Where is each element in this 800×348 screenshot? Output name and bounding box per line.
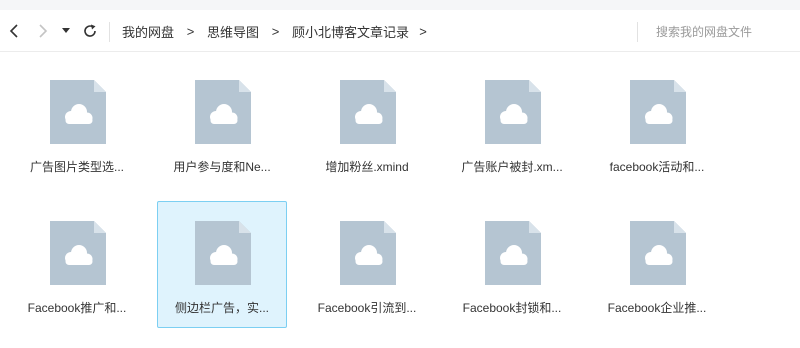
file-item[interactable]: Facebook企业推... [592,201,722,328]
toolbar-divider [109,22,110,42]
breadcrumb-separator[interactable]: > [409,24,437,39]
file-name: Facebook封锁和... [462,301,562,315]
breadcrumb-item-mindmap[interactable]: 思维导图 [207,22,259,41]
file-name: 广告账户被封.xm... [461,160,563,174]
search-divider [637,22,638,42]
forward-button[interactable] [33,21,53,41]
window-top-strip [0,0,800,10]
cloud-file-icon [630,80,686,144]
caret-down-icon [62,28,70,33]
breadcrumb-item-root[interactable]: 我的网盘 [122,22,174,41]
file-item[interactable]: Facebook推广和... [12,201,142,328]
refresh-icon [84,24,96,37]
file-item[interactable]: 广告图片类型选... [12,60,142,187]
file-name: 广告图片类型选... [29,160,124,174]
file-name: facebook活动和... [609,160,705,174]
file-name: Facebook企业推... [607,301,707,315]
file-name: 侧边栏广告，实... [174,301,269,315]
history-dropdown-button[interactable] [59,21,73,41]
file-name: 增加粉丝.xmind [325,160,409,174]
back-button[interactable] [4,21,24,41]
file-item[interactable]: Facebook引流到... [302,201,432,328]
file-item[interactable]: 广告账户被封.xm... [447,60,577,187]
cloud-file-icon [340,221,396,285]
breadcrumb-separator: > [271,23,280,39]
cloud-file-icon [50,221,106,285]
file-item[interactable]: Facebook封锁和... [447,201,577,328]
file-name: Facebook引流到... [317,301,417,315]
file-item[interactable]: facebook活动和... [592,60,722,187]
cloud-file-icon [195,80,251,144]
file-item[interactable]: 侧边栏广告，实... [157,201,287,328]
toolbar: 我的网盘 > 思维导图 > 顾小北博客文章记录 > [0,10,800,52]
chevron-right-icon [39,24,48,38]
search-input[interactable] [646,21,796,43]
cloud-file-icon [485,80,541,144]
cloud-file-icon [195,221,251,285]
refresh-button[interactable] [80,21,100,41]
cloud-file-icon [340,80,396,144]
breadcrumb: 我的网盘 > 思维导图 > 顾小北博客文章记录 > [122,10,437,52]
chevron-left-icon [9,24,18,38]
cloud-file-icon [630,221,686,285]
breadcrumb-separator: > [186,23,195,39]
cloud-file-icon [50,80,106,144]
file-item[interactable]: 增加粉丝.xmind [302,60,432,187]
file-name: 用户参与度和Ne... [173,160,271,174]
file-name: Facebook推广和... [27,301,127,315]
breadcrumb-item-current[interactable]: 顾小北博客文章记录 [292,22,409,41]
file-item[interactable]: 用户参与度和Ne... [157,60,287,187]
cloud-file-icon [485,221,541,285]
